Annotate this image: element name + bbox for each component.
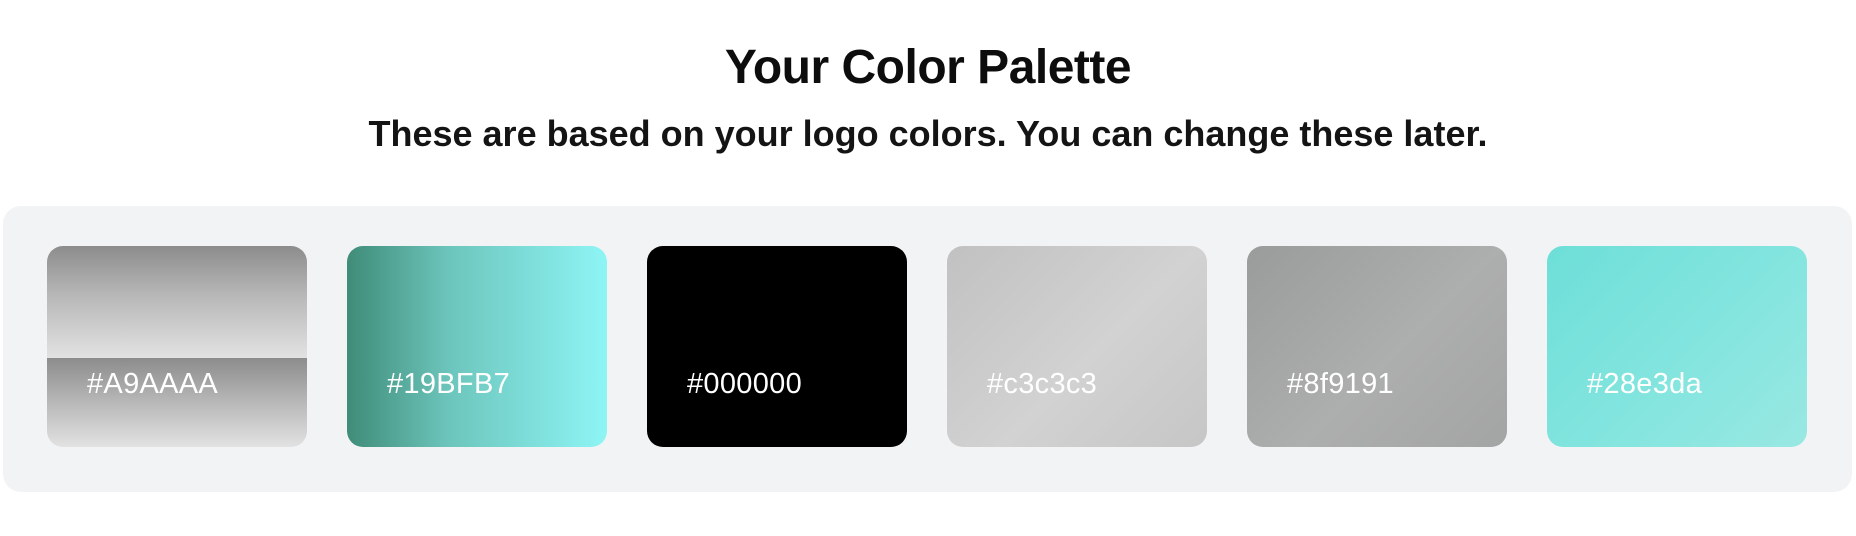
color-swatch-3[interactable]: #000000 <box>647 246 907 447</box>
color-palette-panel: #A9AAAA #19BFB7 #000000 #c3c3c3 #8f9191 … <box>3 206 1852 492</box>
swatch-hex-label: #000000 <box>687 368 802 400</box>
color-swatch-4[interactable]: #c3c3c3 <box>947 246 1207 447</box>
swatch-gradient-top <box>47 246 307 358</box>
palette-header: Your Color Palette These are based on yo… <box>0 40 1856 156</box>
swatch-hex-label: #28e3da <box>1587 368 1702 400</box>
color-swatch-5[interactable]: #8f9191 <box>1247 246 1507 447</box>
color-swatch-1[interactable]: #A9AAAA <box>47 246 307 447</box>
page-subtitle: These are based on your logo colors. You… <box>368 113 1488 154</box>
page-title: Your Color Palette <box>724 41 1132 94</box>
swatch-hex-label: #c3c3c3 <box>987 368 1098 400</box>
swatch-hex-label: #A9AAAA <box>87 368 219 400</box>
swatch-hex-label: #19BFB7 <box>387 368 511 400</box>
color-swatch-6[interactable]: #28e3da <box>1547 246 1807 447</box>
swatch-hex-label: #8f9191 <box>1287 368 1394 400</box>
color-swatch-2[interactable]: #19BFB7 <box>347 246 607 447</box>
